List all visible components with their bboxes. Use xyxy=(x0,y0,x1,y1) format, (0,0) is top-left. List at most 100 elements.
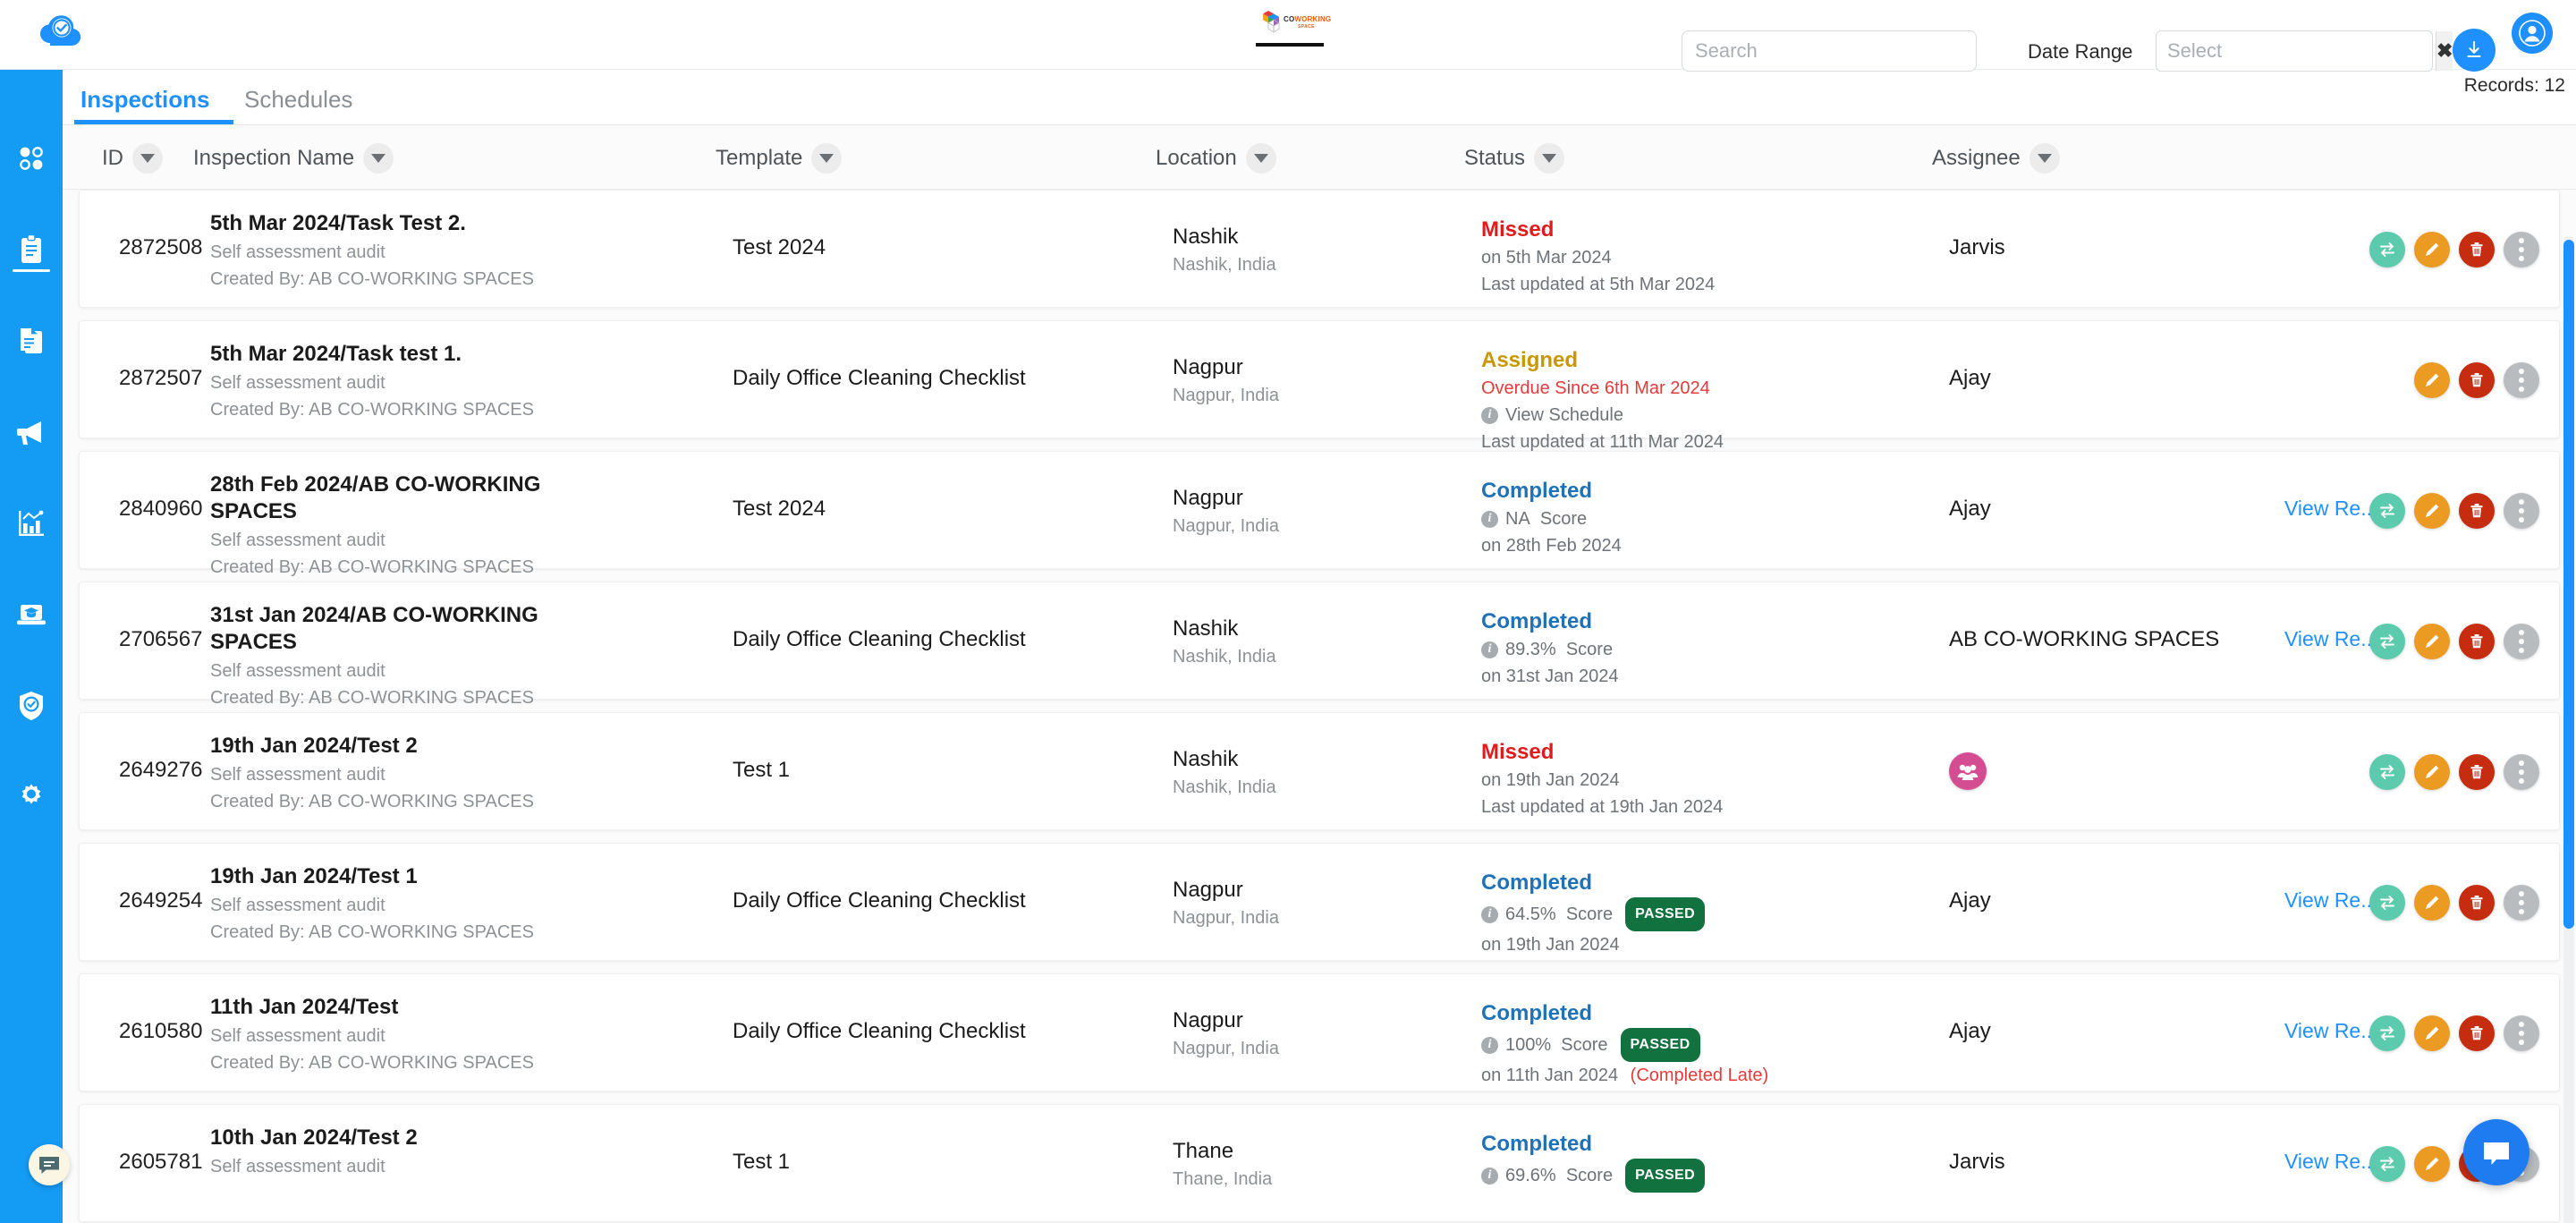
chevron-down-icon[interactable] xyxy=(1245,143,1276,174)
info-icon[interactable]: i xyxy=(1481,641,1498,658)
inspection-title[interactable]: 19th Jan 2024/Test 2 xyxy=(210,733,631,760)
row-actions xyxy=(2369,885,2539,921)
chevron-down-icon[interactable] xyxy=(132,143,163,174)
column-header-inspection-name[interactable]: Inspection Name xyxy=(193,143,394,174)
more-options-button[interactable] xyxy=(2504,362,2539,398)
assignee-group-avatar[interactable] xyxy=(1949,752,1987,790)
tab-inspections[interactable]: Inspections xyxy=(80,86,209,114)
info-icon[interactable]: i xyxy=(1481,1167,1498,1185)
column-header-id[interactable]: ID xyxy=(102,143,163,174)
view-result-link[interactable]: View Re... xyxy=(2284,1150,2377,1174)
edit-button[interactable] xyxy=(2414,624,2450,659)
company-logo: COWORKING SPACE xyxy=(1256,5,1331,50)
edit-button[interactable] xyxy=(2414,754,2450,790)
reassign-button[interactable] xyxy=(2369,754,2405,790)
reassign-button[interactable] xyxy=(2369,885,2405,921)
cloud-check-icon[interactable] xyxy=(38,13,84,55)
tab-schedules[interactable]: Schedules xyxy=(244,86,352,114)
delete-button[interactable] xyxy=(2459,1015,2495,1051)
delete-button[interactable] xyxy=(2459,362,2495,398)
more-options-button[interactable] xyxy=(2504,1015,2539,1051)
more-options-button[interactable] xyxy=(2504,754,2539,790)
column-header-location[interactable]: Location xyxy=(1156,143,1276,174)
inspection-title[interactable]: 19th Jan 2024/Test 1 xyxy=(210,863,631,890)
delete-button[interactable] xyxy=(2459,885,2495,921)
table-row[interactable]: 2649276 19th Jan 2024/Test 2 Self assessme… xyxy=(79,712,2560,830)
table-row[interactable]: 2706567 31st Jan 2024/AB CO-WORKING SPACE… xyxy=(79,582,2560,708)
column-header-template[interactable]: Template xyxy=(716,143,843,174)
sidebar-item-analytics[interactable] xyxy=(0,478,63,569)
chat-message-icon[interactable] xyxy=(29,1144,70,1185)
inspection-title[interactable]: 5th Mar 2024/Task Test 2. xyxy=(210,210,631,237)
sidebar-item-dashboard[interactable] xyxy=(0,113,63,204)
vertical-scrollbar-thumb[interactable] xyxy=(2563,240,2574,929)
inspection-title[interactable]: 11th Jan 2024/Test xyxy=(210,994,631,1021)
view-result-link[interactable]: View Re... xyxy=(2284,497,2377,521)
table-row[interactable]: 2605781 10th Jan 2024/Test 2 Self assessme… xyxy=(79,1104,2560,1222)
sidebar-item-training[interactable] xyxy=(0,569,63,660)
sidebar-item-templates[interactable] xyxy=(0,295,63,386)
delete-button[interactable] xyxy=(2459,493,2495,529)
sidebar-item-inspections[interactable] xyxy=(0,204,63,295)
more-options-button[interactable] xyxy=(2504,885,2539,921)
search-input[interactable] xyxy=(1682,30,1977,72)
status-view-schedule[interactable]: i View Schedule xyxy=(1481,402,1866,429)
status-score: i 69.6% Score PASSED xyxy=(1481,1159,1866,1193)
reassign-button[interactable] xyxy=(2369,624,2405,659)
chevron-down-icon[interactable] xyxy=(1534,143,1565,174)
sidebar-item-announcements[interactable] xyxy=(0,386,63,478)
inspection-creator: Created By: AB CO-WORKING SPACES xyxy=(210,688,534,708)
table-row[interactable]: 2610580 11th Jan 2024/Test Self assessment… xyxy=(79,973,2560,1091)
chat-bubble-icon[interactable] xyxy=(2463,1119,2529,1185)
column-header-assignee[interactable]: Assignee xyxy=(1932,143,2060,174)
more-options-button[interactable] xyxy=(2504,232,2539,268)
edit-button[interactable] xyxy=(2414,885,2450,921)
assignee-name: Jarvis xyxy=(1949,1150,2005,1174)
view-result-link[interactable]: View Re... xyxy=(2284,627,2377,651)
edit-button[interactable] xyxy=(2414,493,2450,529)
info-icon[interactable]: i xyxy=(1481,406,1498,424)
date-range-clear-icon[interactable]: ✖ xyxy=(2436,31,2453,71)
date-range-picker[interactable]: ✖ xyxy=(2156,30,2453,72)
info-icon[interactable]: i xyxy=(1481,1036,1498,1054)
chevron-down-icon[interactable] xyxy=(811,143,843,174)
column-header-status[interactable]: Status xyxy=(1464,143,1565,174)
info-icon[interactable]: i xyxy=(1481,510,1498,528)
inspection-title[interactable]: 28th Feb 2024/AB CO-WORKING SPACES xyxy=(210,471,631,525)
reassign-button[interactable] xyxy=(2369,232,2405,268)
table-row[interactable]: 2872508 5th Mar 2024/Task Test 2. Self ass… xyxy=(79,190,2560,308)
status-updated: on 11th Jan 2024 (Completed Late) xyxy=(1481,1062,1866,1089)
main-content: Inspections Schedules Date Range ✖ Recor… xyxy=(63,29,2576,1223)
row-actions xyxy=(2369,493,2539,529)
inspection-title[interactable]: 10th Jan 2024/Test 2 xyxy=(210,1125,631,1151)
edit-button[interactable] xyxy=(2414,1015,2450,1051)
more-options-button[interactable] xyxy=(2504,624,2539,659)
dashboard-dots-icon xyxy=(14,141,48,175)
view-result-link[interactable]: View Re... xyxy=(2284,888,2377,913)
table-row[interactable]: 2840960 28th Feb 2024/AB CO-WORKING SPACE… xyxy=(79,451,2560,577)
cell-template: Daily Office Cleaning Checklist xyxy=(733,366,1026,390)
edit-button[interactable] xyxy=(2414,1146,2450,1182)
cell-id: 2649254 xyxy=(119,888,203,913)
edit-button[interactable] xyxy=(2414,362,2450,398)
more-options-button[interactable] xyxy=(2504,493,2539,529)
sidebar-item-settings[interactable] xyxy=(0,752,63,843)
table-row[interactable]: 2872507 5th Mar 2024/Task test 1. Self ass… xyxy=(79,320,2560,452)
reassign-button[interactable] xyxy=(2369,1015,2405,1051)
date-range-input[interactable] xyxy=(2157,31,2436,71)
chevron-down-icon[interactable] xyxy=(2029,143,2060,174)
delete-button[interactable] xyxy=(2459,754,2495,790)
info-icon[interactable]: i xyxy=(1481,905,1498,923)
view-result-link[interactable]: View Re... xyxy=(2284,1019,2377,1043)
delete-button[interactable] xyxy=(2459,232,2495,268)
sidebar-item-compliance[interactable] xyxy=(0,660,63,752)
delete-button[interactable] xyxy=(2459,624,2495,659)
edit-button[interactable] xyxy=(2414,232,2450,268)
inspection-title[interactable]: 5th Mar 2024/Task test 1. xyxy=(210,341,631,368)
chevron-down-icon[interactable] xyxy=(363,143,394,174)
reassign-button[interactable] xyxy=(2369,493,2405,529)
table-row[interactable]: 2649254 19th Jan 2024/Test 1 Self assessme… xyxy=(79,843,2560,961)
reassign-button[interactable] xyxy=(2369,1146,2405,1182)
inspection-title[interactable]: 31st Jan 2024/AB CO-WORKING SPACES xyxy=(210,602,631,656)
download-icon[interactable] xyxy=(2453,29,2496,72)
